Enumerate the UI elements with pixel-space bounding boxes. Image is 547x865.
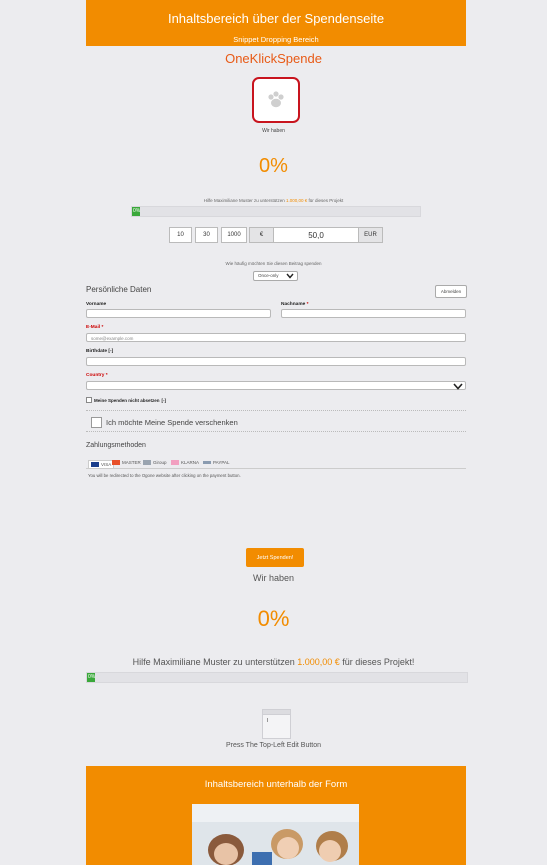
logo-caption: Wir haben [262, 128, 285, 134]
top-banner-heading: Inhaltsbereich über der Spendenseite [167, 11, 385, 26]
klarna-icon [171, 460, 179, 465]
bottom-banner-heading: Inhaltsbereich unterhalb der Form [204, 779, 348, 790]
birthdate-label: Birthdate [-] [86, 349, 113, 354]
required-marker: * [101, 325, 104, 330]
donate-submit-button[interactable]: Jetzt Spenden! [246, 548, 304, 567]
progress-bar-top: 0% [131, 206, 421, 217]
currency-symbol: € [249, 227, 274, 243]
payment-tab-giropay[interactable]: Giroup [143, 460, 167, 465]
email-label: E-Mail * [86, 325, 103, 330]
gift-checkbox-label: Ich möchte Meine Spende verschenken [106, 418, 238, 427]
help-text-prefix: Hilfe Maximiliane Muster zu unterstützen [132, 657, 295, 667]
help-text-amount: 1.000,00 € [297, 657, 340, 667]
frequency-question: Wie häufig möchten Sie diesen Beitrag sp… [225, 261, 322, 266]
help-text-amount: 1.000,00 € [285, 198, 308, 203]
percent-raised-bottom: 0% [257, 606, 290, 631]
amount-option-10[interactable]: 10 [169, 227, 192, 243]
mastercard-icon [112, 460, 120, 465]
divider [86, 410, 466, 411]
payment-method-label: PAYPAL [213, 460, 230, 465]
country-select[interactable] [86, 381, 466, 390]
top-banner-subheading: Snippet Dropping Bereich [233, 35, 319, 44]
lastname-label: Nachname * [281, 302, 308, 307]
edit-hint: Press The Top-Left Edit Button [225, 742, 322, 749]
paypal-icon [203, 461, 211, 464]
help-text-bottom: Hilfe Maximiliane Muster zu unterstützen… [0, 657, 547, 667]
payment-methods-heading: Zahlungsmethoden [86, 442, 146, 449]
lastname-field[interactable] [281, 309, 466, 318]
email-field[interactable]: some@example.com [86, 333, 466, 342]
gift-checkbox-row[interactable]: Ich möchte Meine Spende verschenken [91, 417, 238, 428]
payment-method-label: KLARNA [181, 460, 200, 465]
country-label: Country * [86, 373, 108, 378]
paw-icon [268, 91, 284, 108]
personal-data-heading: Persönliche Daten [86, 285, 152, 294]
frequency-selected: Once-only [258, 273, 279, 278]
payment-tabs-divider [86, 468, 466, 469]
classroom-image [192, 804, 359, 865]
wir-haben-label: Wir haben [252, 573, 295, 583]
payment-tab-klarna[interactable]: KLARNA [171, 460, 199, 465]
tax-checkbox-toggle[interactable]: [-] [162, 398, 167, 403]
percent-raised-top: 0% [259, 155, 288, 177]
amount-option-30[interactable]: 30 [195, 227, 218, 243]
birthdate-toggle[interactable]: [-] [108, 349, 113, 354]
amount-input[interactable]: 50,0 [273, 227, 359, 243]
top-content-banner: Inhaltsbereich über der Spendenseite Sni… [86, 0, 466, 46]
country-label-text: Country [86, 373, 105, 378]
required-marker: * [105, 373, 108, 378]
visa-icon [91, 462, 99, 467]
tax-checkbox[interactable] [86, 397, 92, 403]
gift-checkbox[interactable] [91, 417, 102, 428]
firstname-field[interactable] [86, 309, 271, 318]
progress-fill-top: 0% [132, 207, 141, 216]
progress-fill-bottom: 0% [87, 673, 96, 682]
payment-method-label: VISA [101, 462, 112, 467]
email-label-text: E-Mail [86, 325, 101, 330]
help-text-prefix: Hilfe Maximiliane Muster zu unterstützen [203, 198, 285, 203]
classroom-photo [192, 804, 359, 865]
organization-logo [252, 77, 300, 123]
payment-tab-paypal[interactable]: PAYPAL [203, 460, 230, 465]
help-text-top: Hilfe Maximiliane Muster zu unterstützen… [0, 198, 547, 203]
chevron-down-icon [453, 383, 463, 390]
help-text-suffix: für dieses Projekt! [342, 657, 415, 667]
page-title: OneKlickSpende [225, 51, 322, 66]
tax-checkbox-row[interactable]: Meine Spenden nicht absetzen [-] [86, 397, 166, 403]
birthdate-label-text: Birthdate [86, 349, 108, 354]
snippet-placeholder-icon [262, 709, 291, 739]
firstname-label: Vorname [86, 302, 107, 307]
logout-button[interactable]: Abmelden [435, 285, 467, 298]
progress-bar-bottom: 0% [86, 672, 468, 683]
required-marker: * [306, 302, 309, 307]
frequency-select[interactable]: Once-only [253, 271, 298, 281]
giropay-icon [143, 460, 151, 465]
birthdate-field[interactable] [86, 357, 466, 366]
payment-tab-master[interactable]: MASTER [112, 460, 141, 465]
chevron-down-icon [286, 273, 294, 279]
payment-method-label: Giroup [153, 460, 167, 465]
currency-code: EUR [358, 227, 383, 243]
tax-checkbox-label: Meine Spenden nicht absetzen [94, 397, 160, 403]
amount-option-1000[interactable]: 1000 [221, 227, 247, 243]
payment-note: You will be redirected to the Ogone webs… [88, 473, 241, 478]
payment-method-label: MASTER [122, 460, 141, 465]
lastname-label-text: Nachname [281, 302, 306, 307]
help-text-suffix: für dieses Projekt [308, 198, 344, 203]
divider [86, 431, 466, 432]
